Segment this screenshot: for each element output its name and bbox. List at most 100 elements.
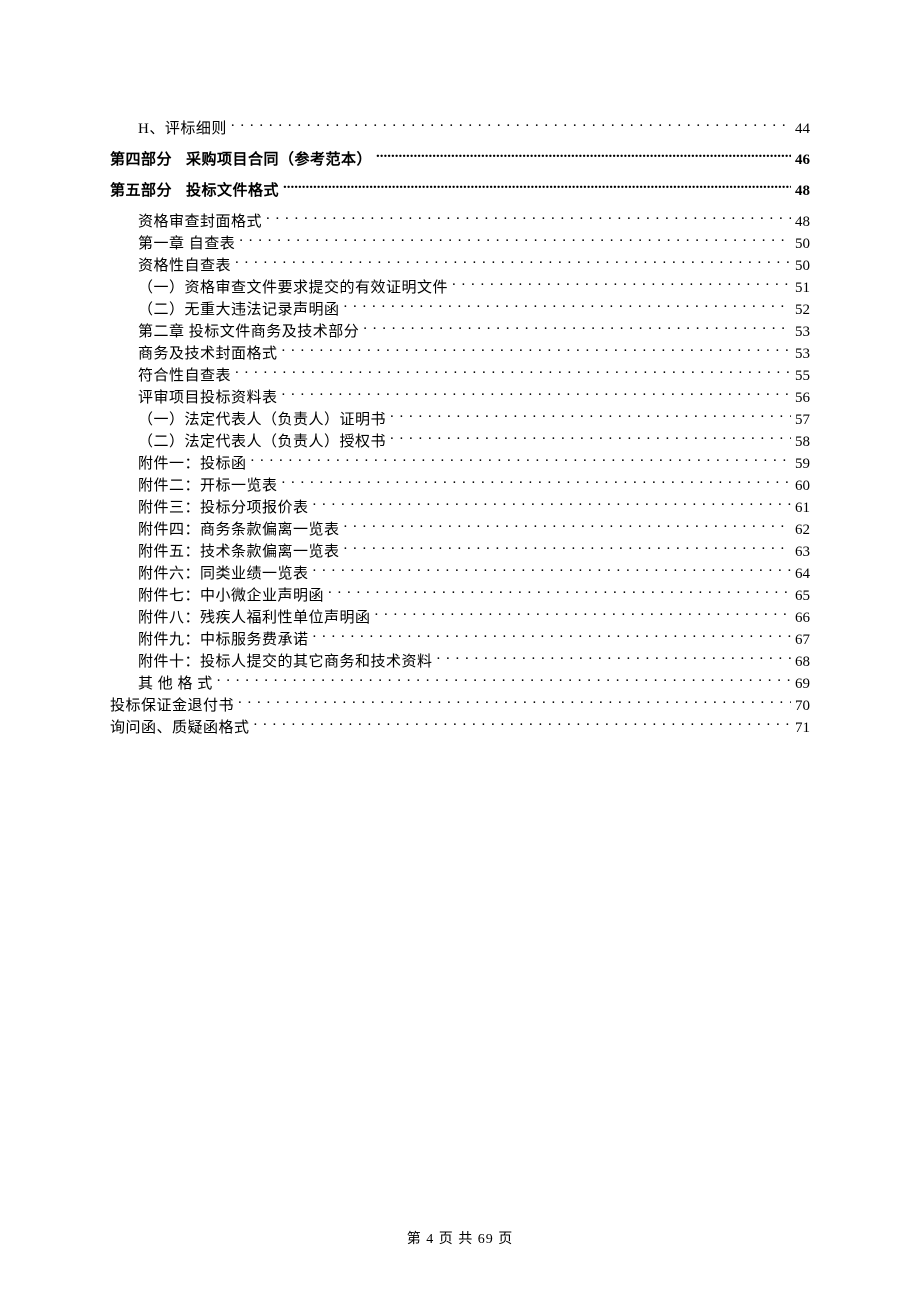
toc-entry[interactable]: （一）法定代表人（负责人）证明书57	[110, 409, 810, 431]
toc-page-number: 51	[791, 278, 810, 299]
toc-leader	[309, 497, 791, 512]
toc-leader	[250, 717, 791, 732]
toc-page-number: 70	[791, 696, 810, 717]
toc-label: 附件九：中标服务费承诺	[138, 630, 309, 651]
toc-label: 资格性自查表	[138, 256, 231, 277]
toc-leader	[309, 629, 791, 644]
toc-page-number: 60	[791, 476, 810, 497]
toc-label: 附件四：商务条款偏离一览表	[138, 520, 340, 541]
toc-leader	[309, 563, 791, 578]
toc-leader	[359, 321, 791, 336]
toc-label-text: 投标文件格式	[186, 183, 279, 199]
toc-leader	[231, 255, 791, 270]
toc-page-number: 64	[791, 564, 810, 585]
toc-entry[interactable]: 投标保证金退付书70	[110, 695, 810, 717]
toc-entry[interactable]: 附件二：开标一览表 60	[110, 475, 810, 497]
toc-entry[interactable]: 第五部分投标文件格式 48	[110, 180, 810, 202]
toc-entry[interactable]: 附件八：残疾人福利性单位声明函 66	[110, 607, 810, 629]
toc-page-number: 62	[791, 520, 810, 541]
toc-gap	[110, 140, 810, 149]
toc-page-number: 56	[791, 388, 810, 409]
toc-label: 附件二：开标一览表	[138, 476, 278, 497]
toc-page-number: 50	[791, 234, 810, 255]
toc-label: 第四部分采购项目合同（参考范本）	[110, 150, 372, 171]
toc-label: 附件七：中小微企业声明函	[138, 586, 324, 607]
toc-page-number: 48	[791, 181, 810, 202]
toc-entry[interactable]: 其 他 格 式69	[110, 673, 810, 695]
toc-leader	[386, 409, 791, 424]
toc-label: 附件五：技术条款偏离一览表	[138, 542, 340, 563]
toc-entry[interactable]: 附件四：商务条款偏离一览表 62	[110, 519, 810, 541]
toc-entry[interactable]: 附件五：技术条款偏离一览表 63	[110, 541, 810, 563]
toc-leader	[234, 695, 791, 710]
toc-label: 资格审查封面格式	[138, 212, 262, 233]
toc-entry[interactable]: （二）无重大违法记录声明函 52	[110, 299, 810, 321]
toc-entry[interactable]: 评审项目投标资料表 56	[110, 387, 810, 409]
toc-part-prefix: 第四部分	[110, 150, 172, 171]
toc-page-number: 68	[791, 652, 810, 673]
toc-leader	[278, 475, 791, 490]
toc-entry[interactable]: 第四部分采购项目合同（参考范本） 46	[110, 149, 810, 171]
toc-leader	[227, 118, 791, 133]
toc-leader	[340, 519, 791, 534]
toc-label: 附件六：同类业绩一览表	[138, 564, 309, 585]
toc-leader	[371, 607, 791, 622]
document-page: H、评标细则44第四部分采购项目合同（参考范本）46第五部分投标文件格式48资格…	[0, 0, 920, 1302]
toc-page-number: 52	[791, 300, 810, 321]
toc-entry[interactable]: 附件七：中小微企业声明函 65	[110, 585, 810, 607]
toc-entry[interactable]: 符合性自查表 55	[110, 365, 810, 387]
toc-leader	[386, 431, 791, 446]
toc-entry[interactable]: 附件十：投标人提交的其它商务和技术资料68	[110, 651, 810, 673]
toc-leader	[213, 673, 791, 688]
toc-label: 第五部分投标文件格式	[110, 181, 279, 202]
toc-page-number: 46	[791, 150, 810, 171]
toc-label: 其 他 格 式	[138, 674, 213, 695]
toc-entry[interactable]: （一）资格审查文件要求提交的有效证明文件 51	[110, 277, 810, 299]
toc-leader	[340, 299, 791, 314]
toc-page-number: 48	[791, 212, 810, 233]
toc-page-number: 71	[791, 718, 810, 739]
toc-leader	[247, 453, 791, 468]
toc-page-number: 63	[791, 542, 810, 563]
toc-page-number: 61	[791, 498, 810, 519]
toc-label: 符合性自查表	[138, 366, 231, 387]
toc-page-number: 53	[791, 322, 810, 343]
toc-page-number: 59	[791, 454, 810, 475]
toc-entry[interactable]: 商务及技术封面格式53	[110, 343, 810, 365]
toc-entry[interactable]: H、评标细则44	[110, 118, 810, 140]
toc-entry[interactable]: 附件一：投标函 59	[110, 453, 810, 475]
toc-entry[interactable]: 资格审查封面格式 48	[110, 211, 810, 233]
toc-page-number: 67	[791, 630, 810, 651]
toc-label: 评审项目投标资料表	[138, 388, 278, 409]
toc-entry[interactable]: 第二章 投标文件商务及技术部分53	[110, 321, 810, 343]
toc-label: （二）无重大违法记录声明函	[138, 300, 340, 321]
toc-label: 附件三：投标分项报价表	[138, 498, 309, 519]
toc-leader	[262, 211, 791, 226]
toc-entry[interactable]: 第一章 自查表50	[110, 233, 810, 255]
toc-page-number: 55	[791, 366, 810, 387]
toc-entry[interactable]: 资格性自查表 50	[110, 255, 810, 277]
toc-entry[interactable]: 附件六：同类业绩一览表 64	[110, 563, 810, 585]
toc-page-number: 66	[791, 608, 810, 629]
page-footer: 第 4 页 共 69 页	[0, 1228, 920, 1248]
toc-entry[interactable]: 附件九：中标服务费承诺 67	[110, 629, 810, 651]
toc-leader	[372, 149, 791, 164]
toc-entry[interactable]: 附件三：投标分项报价表 61	[110, 497, 810, 519]
toc-page-number: 50	[791, 256, 810, 277]
toc-page-number: 53	[791, 344, 810, 365]
toc-page-number: 58	[791, 432, 810, 453]
toc-page-number: 65	[791, 586, 810, 607]
toc-entry[interactable]: （二）法定代表人（负责人）授权书 58	[110, 431, 810, 453]
toc-leader	[340, 541, 791, 556]
toc-label: 询问函、质疑函格式	[110, 718, 250, 739]
toc-label: 附件一：投标函	[138, 454, 247, 475]
toc-label: （二）法定代表人（负责人）授权书	[138, 432, 386, 453]
toc-gap	[110, 202, 810, 211]
toc-leader	[278, 343, 791, 358]
toc-entry[interactable]: 询问函、质疑函格式 71	[110, 717, 810, 739]
toc-label: H、评标细则	[138, 119, 227, 140]
toc-label: （一）资格审查文件要求提交的有效证明文件	[138, 278, 448, 299]
toc-leader	[448, 277, 791, 292]
toc-leader	[231, 365, 791, 380]
toc-label: 附件八：残疾人福利性单位声明函	[138, 608, 371, 629]
